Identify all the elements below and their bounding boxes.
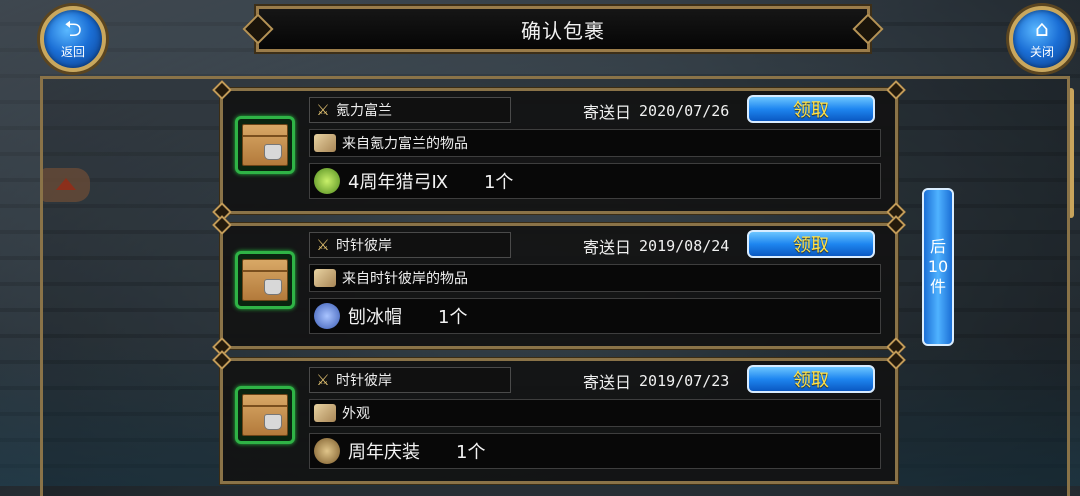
mail-card: ⚔ 时针彼岸 寄送日 2019/07/23 领取 外观 周年庆装 1个 — [212, 350, 906, 484]
item-row: 周年庆装 1个 — [309, 433, 881, 469]
close-button-label: 关闭 — [1029, 44, 1054, 59]
package-icon — [235, 251, 295, 309]
next-page-count: 10 — [927, 257, 949, 276]
item-name: 4周年猎弓Ⅸ — [348, 172, 448, 193]
scroll-letter-icon — [314, 269, 336, 287]
next-page-unit: 件 — [929, 277, 946, 296]
item-quantity: 1个 — [483, 172, 514, 193]
package-icon — [235, 386, 295, 444]
send-date: 寄送日 2020/07/26 — [583, 99, 729, 123]
subject-row: 来自氪力富兰的物品 — [309, 129, 881, 157]
home-icon: ⌂ — [1035, 16, 1049, 42]
sender-icon: ⚔ — [316, 101, 330, 119]
item-quantity: 1个 — [456, 442, 486, 463]
sender-name: 时针彼岸 — [336, 373, 392, 389]
mail-card: ⚔ 氪力富兰 寄送日 2020/07/26 领取 来自氪力富兰的物品 4周年猎弓… — [212, 80, 906, 222]
claim-button[interactable]: 领取 — [747, 365, 875, 393]
costume-icon — [314, 438, 340, 464]
item-name: 周年庆装 — [348, 442, 420, 463]
page-title-text: 确认包裹 — [521, 18, 605, 43]
sender-name: 时针彼岸 — [336, 238, 392, 254]
item-row: 4周年猎弓Ⅸ 1个 — [309, 163, 881, 199]
send-date: 寄送日 2019/07/23 — [583, 369, 729, 393]
next-page-button[interactable]: 后 10 件 — [922, 188, 954, 346]
close-button[interactable]: ⌂ 关闭 — [1009, 6, 1075, 72]
subject-text: 来自氪力富兰的物品 — [342, 136, 468, 152]
package-icon — [235, 116, 295, 174]
next-page-char: 后 — [929, 237, 946, 256]
back-button[interactable]: ⮌ 返回 — [40, 6, 106, 72]
send-date-value: 2019/07/23 — [639, 372, 730, 390]
sender-icon: ⚔ — [316, 371, 330, 389]
ice-hat-icon — [314, 303, 340, 329]
subject-row: 来自时针彼岸的物品 — [309, 264, 881, 292]
bow-icon — [314, 168, 340, 194]
send-date-value: 2019/08/24 — [639, 237, 730, 255]
back-button-label: 返回 — [60, 44, 85, 59]
item-row: 刨冰帽 1个 — [309, 298, 881, 334]
back-arrow-icon: ⮌ — [64, 16, 82, 42]
send-date-label: 寄送日 — [583, 103, 632, 122]
sender-icon: ⚔ — [316, 236, 330, 254]
sender-row: ⚔ 时针彼岸 — [309, 367, 511, 393]
send-date-value: 2020/07/26 — [639, 102, 730, 120]
claim-button[interactable]: 领取 — [747, 95, 875, 123]
subject-row: 外观 — [309, 399, 881, 427]
sender-row: ⚔ 时针彼岸 — [309, 232, 511, 258]
item-name: 刨冰帽 — [348, 307, 402, 328]
sender-row: ⚔ 氪力富兰 — [309, 97, 511, 123]
subject-text: 来自时针彼岸的物品 — [342, 271, 468, 287]
scroll-letter-icon — [314, 134, 336, 152]
send-date: 寄送日 2019/08/24 — [583, 234, 729, 258]
claim-button[interactable]: 领取 — [747, 230, 875, 258]
item-quantity: 1个 — [438, 307, 468, 328]
subject-text: 外观 — [342, 406, 370, 422]
sender-name: 氪力富兰 — [336, 103, 392, 119]
send-date-label: 寄送日 — [583, 373, 632, 392]
send-date-label: 寄送日 — [583, 238, 632, 257]
scroll-letter-icon — [314, 404, 336, 422]
page-title: 确认包裹 — [256, 6, 870, 52]
mail-card: ⚔ 时针彼岸 寄送日 2019/08/24 领取 来自时针彼岸的物品 刨冰帽 1… — [212, 215, 906, 357]
